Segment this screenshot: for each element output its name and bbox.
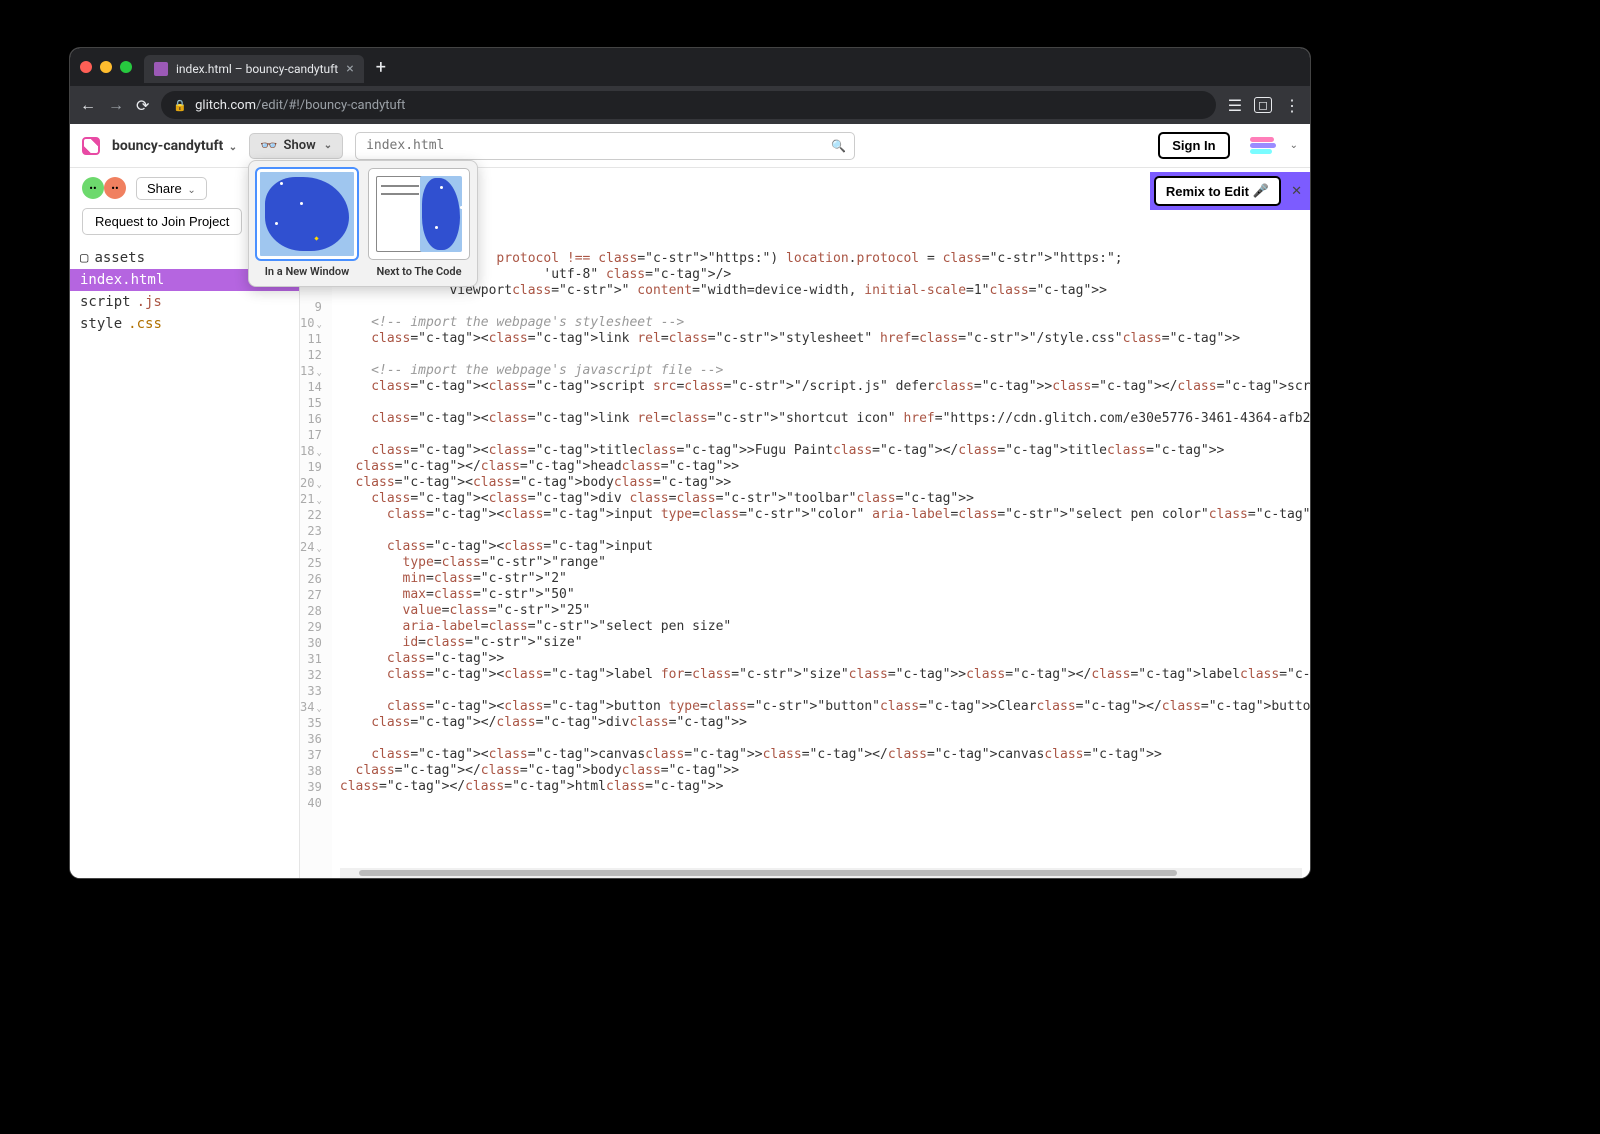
close-window-button[interactable] xyxy=(80,61,92,73)
chevron-down-icon: ⌄ xyxy=(229,142,237,153)
file-item[interactable]: style.css xyxy=(70,313,299,335)
code-content[interactable]: protocol !== class="c-str">"https:") loc… xyxy=(332,243,1310,878)
chevron-down-icon: ⌄ xyxy=(324,140,332,151)
horizontal-scrollbar[interactable] xyxy=(340,868,1302,878)
presence-avatar[interactable]: •• xyxy=(82,177,104,199)
request-join-button[interactable]: Request to Join Project xyxy=(82,208,242,235)
show-button[interactable]: 👓 Show ⌄ xyxy=(249,133,343,159)
editor-main: ▢assets index.htmlscript.jsstyle.css 910… xyxy=(70,243,1310,878)
show-option-new-window[interactable]: In a New Window xyxy=(257,169,357,278)
folder-icon: ▢ xyxy=(80,250,88,266)
reload-button[interactable]: ⟳ xyxy=(136,96,149,115)
address-field[interactable]: 🔒 glitch.com/edit/#!/bouncy-candytuft xyxy=(161,91,1215,119)
titlebar: index.html – bouncy-candytuft × + xyxy=(70,48,1310,86)
url-path: /edit/#!/bouncy-candytuft xyxy=(256,98,405,113)
browser-tab[interactable]: index.html – bouncy-candytuft × xyxy=(144,55,364,83)
signin-button[interactable]: Sign In xyxy=(1158,132,1229,159)
file-search[interactable]: 🔍 xyxy=(355,132,855,160)
search-input[interactable] xyxy=(366,138,844,153)
chevron-down-icon[interactable]: ⌄ xyxy=(1290,140,1298,151)
forward-button[interactable]: → xyxy=(108,95,124,115)
maximize-window-button[interactable] xyxy=(120,61,132,73)
url-host: glitch.com xyxy=(195,98,256,113)
line-gutter: 9101112131415161718192021222324252627282… xyxy=(300,243,332,878)
close-tab-icon[interactable]: × xyxy=(346,61,353,77)
url-bar: ← → ⟳ 🔒 glitch.com/edit/#!/bouncy-candyt… xyxy=(70,86,1310,124)
search-icon: 🔍 xyxy=(831,139,846,153)
tab-title: index.html – bouncy-candytuft xyxy=(176,62,338,76)
remix-button[interactable]: Remix to Edit 🎤 xyxy=(1154,176,1281,206)
close-banner-icon[interactable]: ✕ xyxy=(1291,184,1302,199)
favicon-icon xyxy=(154,62,168,76)
remix-banner: Remix to Edit 🎤 ✕ xyxy=(1150,172,1310,210)
show-option-next-to-code[interactable]: Next to The Code xyxy=(369,169,469,278)
presence-avatar[interactable]: •• xyxy=(104,177,126,199)
show-dropdown: In a New Window Next to The Code xyxy=(248,160,478,287)
glasses-icon: 👓 xyxy=(260,138,277,154)
file-item[interactable]: script.js xyxy=(70,291,299,313)
file-sidebar: ▢assets index.htmlscript.jsstyle.css xyxy=(70,243,300,878)
microphone-icon: 🎤 xyxy=(1253,183,1269,199)
thumbnail-new-window xyxy=(257,169,357,259)
code-editor[interactable]: 9101112131415161718192021222324252627282… xyxy=(300,243,1310,878)
share-button[interactable]: Share ⌄ xyxy=(136,177,207,200)
glitch-logo-icon[interactable] xyxy=(82,137,100,155)
thumbnail-next-to-code xyxy=(369,169,469,259)
minimize-window-button[interactable] xyxy=(100,61,112,73)
lock-icon: 🔒 xyxy=(173,99,187,112)
project-name[interactable]: bouncy-candytuft ⌄ xyxy=(112,138,237,154)
avatar-icon[interactable] xyxy=(1250,137,1276,155)
reader-icon[interactable]: ☰ xyxy=(1228,96,1242,115)
window-controls xyxy=(80,61,132,73)
back-button[interactable]: ← xyxy=(80,95,96,115)
menu-icon[interactable]: ⋮ xyxy=(1284,96,1300,115)
profile-icon[interactable]: ◻ xyxy=(1254,97,1272,113)
new-tab-button[interactable]: + xyxy=(376,57,386,78)
